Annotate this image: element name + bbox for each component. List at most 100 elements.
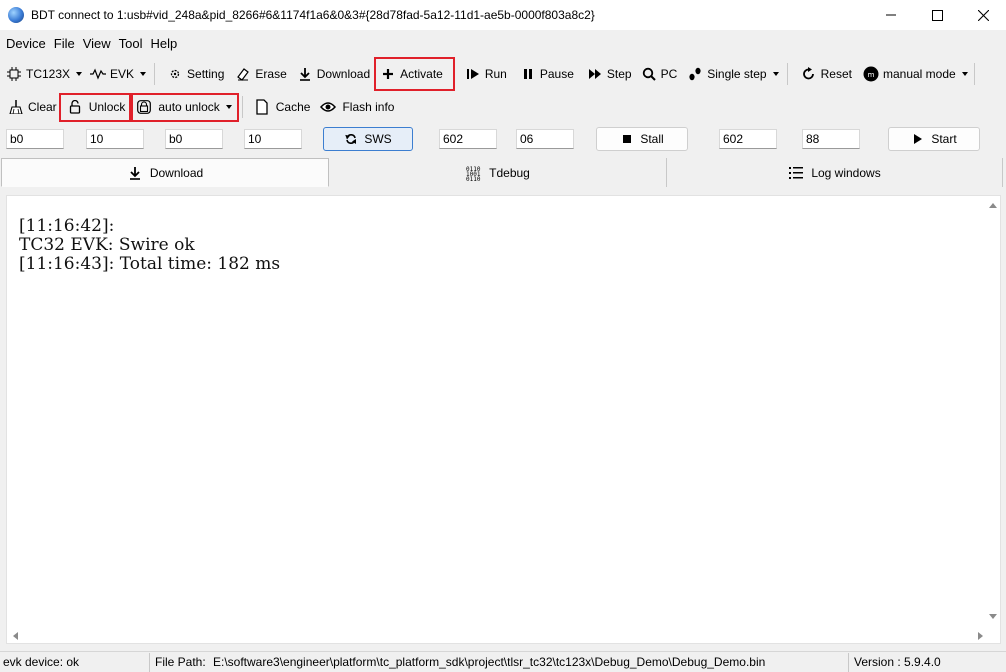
file-path-value: E:\software3\engineer\platform\tc_platfo… (213, 655, 766, 669)
sws-label: SWS (364, 132, 392, 146)
log-line: [11:16:42]: (19, 216, 115, 236)
mode-label: manual mode (882, 67, 956, 81)
chevron-down-icon (140, 72, 147, 76)
pause-label: Pause (539, 67, 574, 81)
scroll-down-icon[interactable] (989, 614, 997, 619)
play-icon (911, 132, 925, 146)
search-icon (641, 66, 657, 82)
toolbar-separator (973, 63, 975, 85)
param-field-3[interactable] (165, 129, 223, 149)
cache-button[interactable]: Cache (254, 94, 311, 120)
setting-label: Setting (187, 67, 225, 81)
param-field-4[interactable] (244, 129, 302, 149)
menu-help[interactable]: Help (151, 36, 178, 51)
binary-icon: 0110 1001 0110 (466, 165, 482, 181)
tab-download-label: Download (149, 165, 204, 180)
menu-device[interactable]: Device (6, 36, 46, 51)
log-line: TC32 EVK: Swire ok (19, 235, 195, 255)
step-label: Step (606, 67, 632, 81)
device-status: evk device: ok (3, 655, 80, 669)
svg-text:0110: 0110 (466, 176, 481, 181)
clear-button[interactable]: Clear (8, 94, 57, 120)
toolbar-separator (241, 96, 243, 118)
auto-unlock-label: auto unlock (158, 100, 220, 114)
run-button[interactable]: Run (465, 61, 507, 87)
unlock-button[interactable]: Unlock (58, 92, 132, 122)
maximize-button[interactable] (914, 0, 960, 30)
play-icon (465, 66, 481, 82)
minimize-button[interactable] (868, 0, 914, 30)
download-icon (127, 165, 143, 181)
param-field-7[interactable] (719, 129, 777, 149)
reset-button[interactable]: Reset (801, 61, 852, 87)
board-select-label: EVK (110, 67, 135, 81)
param-field-8[interactable] (802, 129, 860, 149)
log-line: [11:16:43]: Total time: 182 ms (19, 254, 281, 274)
activate-button[interactable]: Activate (374, 57, 455, 91)
download-label: Download (316, 67, 371, 81)
chevron-down-icon (76, 72, 83, 76)
erase-button[interactable]: Erase (235, 61, 287, 87)
log-output-panel[interactable]: [11:16:42]: TC32 EVK: Swire ok [11:16:43]:… (6, 195, 1001, 644)
auto-unlock-dropdown[interactable]: auto unlock (131, 92, 239, 122)
tab-log-windows-label: Log windows (811, 165, 881, 180)
toolbar-separator (786, 63, 788, 85)
single-step-dropdown[interactable]: Single step (687, 61, 779, 87)
pc-button[interactable]: PC (641, 61, 677, 87)
download-button[interactable]: Download (297, 61, 370, 87)
scroll-left-icon[interactable] (13, 632, 18, 640)
minimize-icon (886, 14, 896, 16)
reset-label: Reset (820, 67, 852, 81)
activate-label: Activate (400, 67, 443, 81)
toolbar-separator (154, 63, 156, 85)
secondary-toolbar: Clear Unlock auto unlock Cache Flash inf… (0, 92, 1006, 122)
param-field-1[interactable] (6, 129, 64, 149)
app-logo-icon (8, 7, 24, 23)
tab-download[interactable]: Download (1, 158, 329, 187)
sync-icon (344, 132, 358, 146)
pause-button[interactable]: Pause (520, 61, 574, 87)
waveform-icon (90, 66, 107, 82)
start-button[interactable]: Start (888, 127, 980, 151)
tab-tdebug[interactable]: 0110 1001 0110 Tdebug (330, 158, 667, 187)
scroll-right-icon[interactable] (978, 632, 983, 640)
mode-dropdown[interactable]: m manual mode (863, 61, 968, 87)
title-bar: BDT connect to 1:usb#vid_248a&pid_8266#6… (0, 0, 1006, 30)
stall-button[interactable]: Stall (596, 127, 688, 151)
menu-tool[interactable]: Tool (119, 36, 143, 51)
status-bar: evk device: ok File Path: E:\software3\e… (0, 651, 1006, 672)
version-label: Version : 5.9.4.0 (854, 655, 941, 669)
scroll-up-icon[interactable] (989, 203, 997, 208)
close-icon (977, 9, 989, 21)
setting-button[interactable]: Setting (167, 61, 224, 87)
maximize-icon (931, 9, 943, 21)
board-select-dropdown[interactable]: EVK (90, 61, 147, 87)
tab-log-windows[interactable]: Log windows (667, 158, 1003, 187)
file-icon (254, 99, 270, 115)
menu-file[interactable]: File (54, 36, 75, 51)
fast-forward-icon (587, 66, 603, 82)
download-icon (297, 66, 313, 82)
param-field-6[interactable] (516, 129, 574, 149)
close-button[interactable] (960, 0, 1006, 30)
sws-button[interactable]: SWS (323, 127, 413, 151)
horizontal-scrollbar[interactable] (7, 629, 987, 643)
chevron-down-icon (772, 72, 779, 76)
menu-view[interactable]: View (83, 36, 111, 51)
param-field-2[interactable] (86, 129, 144, 149)
tab-bar: Download 0110 1001 0110 Tdebug Log windows (0, 158, 1006, 188)
tab-tdebug-label: Tdebug (489, 165, 530, 180)
cache-label: Cache (275, 100, 311, 114)
run-label: Run (484, 67, 507, 81)
status-separator (848, 653, 849, 672)
flash-info-button[interactable]: Flash info (320, 94, 394, 120)
unlock-icon (67, 99, 83, 115)
window-controls (868, 0, 1006, 30)
chip-select-label: TC123X (26, 67, 71, 81)
step-button[interactable]: Step (587, 61, 632, 87)
plus-icon (380, 66, 396, 82)
menu-bar: Device File View Tool Help (0, 32, 1006, 54)
param-field-5[interactable] (439, 129, 497, 149)
vertical-scrollbar[interactable] (986, 196, 1000, 643)
chip-select-dropdown[interactable]: TC123X (6, 61, 83, 87)
